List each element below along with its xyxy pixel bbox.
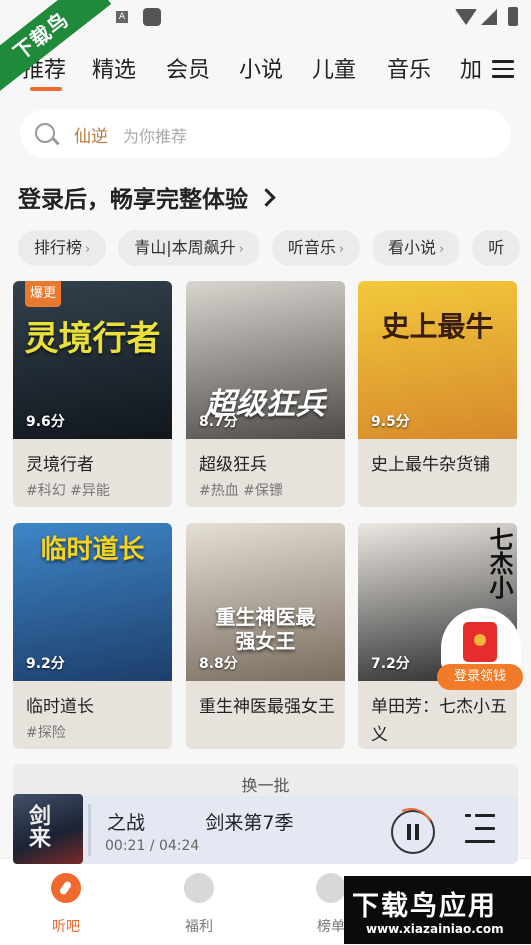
tab-novel[interactable]: 小说 bbox=[239, 52, 283, 84]
cover-title: 七杰小 bbox=[485, 527, 513, 599]
player-time: 00:21 / 04:24 bbox=[105, 838, 200, 854]
player-divider bbox=[88, 804, 91, 856]
nav-label: 福利 bbox=[185, 919, 213, 935]
book-card[interactable]: 灵境行者 爆更 9.6分 灵境行者 #科幻 #异能 bbox=[13, 281, 172, 507]
active-tab-indicator bbox=[30, 87, 62, 91]
tab-music[interactable]: 音乐 bbox=[387, 52, 431, 84]
a-icon: A bbox=[116, 11, 128, 23]
chip-listen[interactable]: 听 bbox=[472, 230, 521, 266]
reward-label: 登录领钱 bbox=[437, 664, 523, 690]
book-tags: #科幻 #异能 bbox=[26, 483, 110, 499]
chevron-right-icon: › bbox=[238, 242, 244, 257]
red-envelope-icon bbox=[463, 622, 497, 662]
book-title: 单田芳：七杰小五义 bbox=[371, 697, 507, 745]
cover-title: 灵境行者 bbox=[24, 319, 161, 359]
chevron-right-icon bbox=[257, 188, 276, 207]
book-title: 超级狂兵 bbox=[199, 455, 267, 475]
watermark-logo: 下载鸟应用 www.xiazainiao.com bbox=[344, 876, 531, 944]
login-prompt-text: 登录后，畅享完整体验 bbox=[18, 187, 248, 213]
nav-label: 听吧 bbox=[52, 919, 80, 935]
book-title: 灵境行者 bbox=[26, 455, 94, 475]
tab-featured[interactable]: 精选 bbox=[92, 52, 136, 84]
chip-weekly-rising[interactable]: 青山|本周飙升 › bbox=[118, 230, 260, 266]
menu-icon[interactable] bbox=[492, 60, 514, 78]
tab-children[interactable]: 儿童 bbox=[312, 52, 356, 84]
book-tags: #热血 #保镖 bbox=[199, 483, 283, 499]
watermark-url: www.xiazainiao.com bbox=[366, 922, 504, 936]
chip-label: 青山|本周飙升 bbox=[134, 238, 236, 257]
book-title: 重生神医最强女王 bbox=[199, 697, 335, 717]
player-cover-text: 剑来 bbox=[25, 804, 50, 848]
search-input[interactable]: 仙逆 为你推荐 bbox=[20, 110, 511, 158]
book-tags: #探险 bbox=[26, 725, 66, 741]
book-score: 9.2分 bbox=[26, 656, 65, 672]
chip-label: 排行榜 bbox=[34, 238, 83, 257]
search-keyword: 仙逆 bbox=[74, 127, 108, 147]
login-reward-button[interactable]: 登录领钱 bbox=[437, 608, 523, 692]
pause-icon[interactable] bbox=[391, 810, 435, 854]
quick-chips: 排行榜 › 青山|本周飙升 › 听音乐 › 看小说 › 听 bbox=[18, 230, 531, 266]
playlist-icon[interactable] bbox=[465, 812, 495, 846]
tab-vip[interactable]: 会员 bbox=[166, 52, 210, 84]
chart-icon bbox=[316, 873, 346, 903]
book-card[interactable]: 重生神医最强女王 8.8分 重生神医最强女王 bbox=[186, 523, 345, 749]
gift-icon bbox=[184, 873, 214, 903]
chip-label: 听音乐 bbox=[287, 238, 336, 257]
compass-icon bbox=[51, 873, 81, 903]
chip-label: 看小说 bbox=[388, 238, 437, 257]
signal-icon bbox=[481, 9, 497, 25]
battery-icon bbox=[508, 7, 518, 26]
wifi-icon bbox=[455, 9, 477, 25]
book-score: 9.5分 bbox=[371, 414, 410, 430]
book-score: 8.8分 bbox=[199, 656, 238, 672]
player-cover[interactable]: 剑来 bbox=[13, 794, 83, 864]
nav-listen[interactable]: 听吧 bbox=[21, 873, 111, 936]
book-score: 7.2分 bbox=[371, 656, 410, 672]
chevron-right-icon: › bbox=[338, 242, 345, 257]
login-prompt[interactable]: 登录后，畅享完整体验 bbox=[18, 180, 276, 214]
chip-label: 听 bbox=[488, 238, 505, 257]
chip-music[interactable]: 听音乐 › bbox=[271, 230, 361, 266]
chevron-right-icon: › bbox=[85, 242, 91, 257]
book-score: 9.6分 bbox=[26, 414, 65, 430]
book-title: 临时道长 bbox=[26, 697, 94, 717]
cover-title: 重生神医最强女王 bbox=[215, 605, 316, 653]
book-card[interactable]: 史上最牛 9.5分 史上最牛杂货铺 bbox=[358, 281, 517, 507]
book-score: 8.7分 bbox=[199, 414, 238, 430]
book-card[interactable]: 超级狂兵 8.7分 超级狂兵 #热血 #保镖 bbox=[186, 281, 345, 507]
book-title: 史上最牛杂货铺 bbox=[371, 455, 490, 475]
hot-badge: 爆更 bbox=[25, 281, 61, 307]
cover-title: 史上最牛 bbox=[381, 310, 494, 343]
cover-title: 临时道长 bbox=[40, 535, 145, 565]
search-placeholder: 为你推荐 bbox=[123, 127, 188, 146]
chevron-right-icon: › bbox=[439, 242, 445, 257]
top-tab-bar: 推荐 精选 会员 小说 儿童 音乐 加 bbox=[0, 48, 531, 94]
mini-player[interactable]: 剑来 之战 剑来第7季 00:21 / 04:24 bbox=[13, 794, 518, 864]
search-icon bbox=[35, 123, 55, 143]
chip-ranking[interactable]: 排行榜 › bbox=[18, 230, 107, 266]
square-icon bbox=[143, 8, 161, 26]
chip-novel[interactable]: 看小说 › bbox=[372, 230, 461, 266]
player-track-title: 之战 剑来第7季 bbox=[107, 812, 294, 834]
tab-more[interactable]: 加 bbox=[460, 52, 482, 84]
book-card[interactable]: 临时道长 9.2分 临时道长 #探险 bbox=[13, 523, 172, 749]
nav-welfare[interactable]: 福利 bbox=[154, 873, 244, 936]
watermark-text: 下载鸟应用 bbox=[352, 891, 497, 922]
